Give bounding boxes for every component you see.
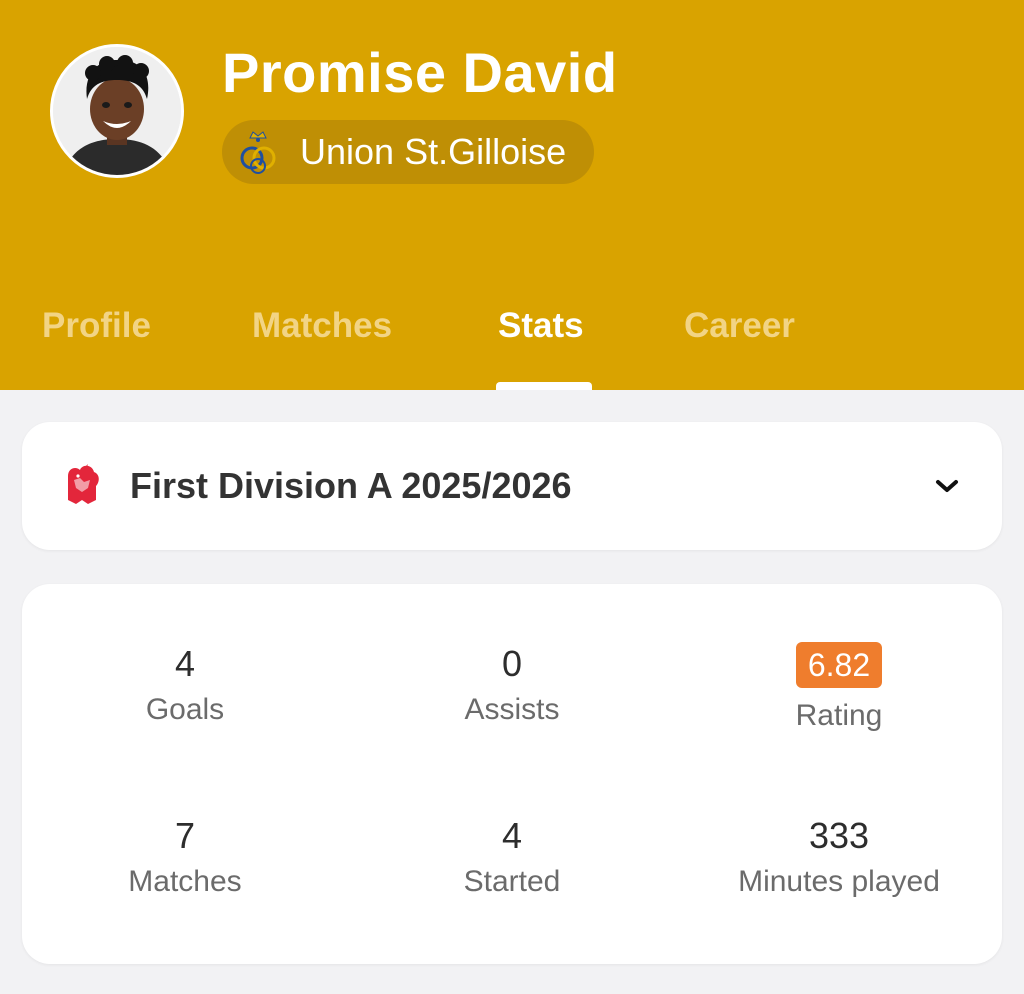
stat-value: 4 (174, 643, 196, 684)
stat-value: 333 (808, 815, 870, 856)
player-name: Promise David (222, 41, 618, 104)
stat-value: 0 (501, 643, 523, 684)
tab-matches[interactable]: Matches (252, 296, 392, 390)
tab-stats[interactable]: Stats (498, 296, 584, 390)
player-tabs: Profile Matches Stats Career (0, 296, 1024, 390)
team-crest-icon (238, 130, 278, 174)
team-name: Union St.Gilloise (300, 131, 567, 172)
active-tab-indicator (496, 382, 592, 390)
stat-label: Goals (145, 693, 225, 726)
chevron-down-icon[interactable] (934, 476, 960, 496)
stat-label: Minutes played (738, 865, 940, 898)
player-avatar (50, 44, 184, 178)
stat-label: Assists (464, 693, 560, 726)
stat-label: Started (463, 865, 561, 898)
stat-minutes-played: 333 Minutes played (676, 810, 1002, 902)
rating-badge: 6.82 (795, 642, 883, 688)
stat-value-wrap: 6.82 (676, 638, 1002, 690)
belgian-league-lion-icon (62, 462, 102, 510)
competition-selector[interactable]: First Division A 2025/2026 (22, 422, 1002, 550)
stat-assists: 0 Assists (349, 638, 675, 730)
stat-label: Rating (795, 699, 883, 732)
stat-goals: 4 Goals (22, 638, 348, 730)
stat-matches: 7 Matches (22, 810, 348, 902)
stat-started: 4 Started (349, 810, 675, 902)
player-photo-icon (53, 47, 181, 175)
stat-value: 7 (174, 815, 196, 856)
stat-rating: 6.82 Rating (676, 638, 1002, 736)
team-pill[interactable]: Union St.Gilloise (222, 120, 595, 184)
stats-summary: 4 Goals 0 Assists 6.82 Rating 7 Matches … (22, 584, 1002, 964)
tab-profile[interactable]: Profile (42, 296, 151, 390)
stat-value: 4 (501, 815, 523, 856)
player-header: Promise David Union St.Gilloise Profile … (0, 0, 1024, 390)
competition-name: First Division A 2025/2026 (130, 465, 572, 506)
tab-career[interactable]: Career (684, 296, 795, 390)
stat-label: Matches (128, 865, 242, 898)
